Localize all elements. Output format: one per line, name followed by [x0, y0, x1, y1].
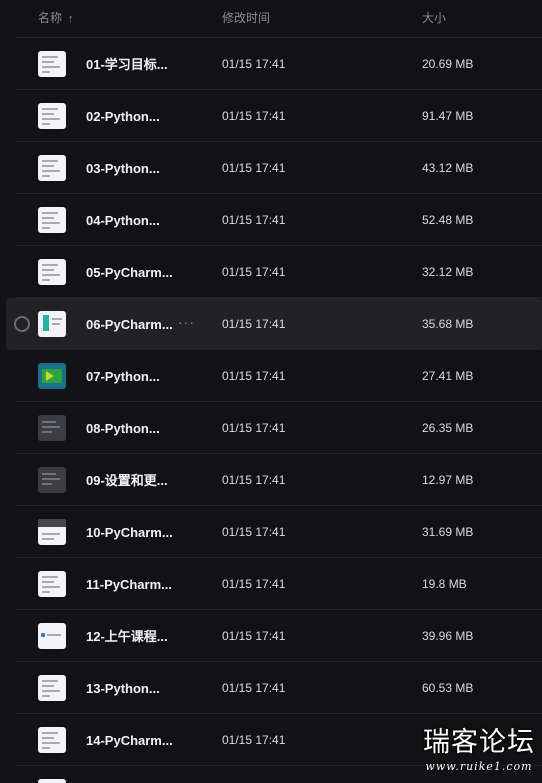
file-size: 32.12 MB [422, 265, 474, 279]
modified-time-column-header[interactable]: 修改时间 [222, 11, 270, 25]
file-row[interactable]: 08-Python... 01/15 17:41 26.35 MB [0, 402, 542, 454]
file-size: 27.41 MB [422, 369, 474, 383]
file-modified-time: 01/15 17:41 [222, 525, 286, 539]
file-size: 26.35 MB [422, 421, 474, 435]
file-size: 35.68 MB [422, 317, 474, 331]
file-modified-time: 01/15 17:41 [222, 577, 286, 591]
file-name[interactable]: 10-PyCharm... [86, 525, 173, 540]
sort-ascending-icon[interactable]: ↑ [68, 13, 74, 25]
list-header: 名称 ↑ 修改时间 大小 [16, 0, 542, 38]
name-column-label: 名称 [38, 11, 63, 25]
watermark-logo: 瑞客论坛 www.ruike1.com [416, 726, 542, 783]
file-size: 31.69 MB [422, 525, 474, 539]
file-row[interactable]: 02-Python... 01/15 17:41 91.47 MB [0, 90, 542, 142]
file-row[interactable]: 06-PyCharm... ··· 01/15 17:41 35.68 MB [6, 298, 542, 350]
file-name[interactable]: 09-设置和更... [86, 473, 168, 488]
file-row[interactable]: 09-设置和更... 01/15 17:41 12.97 MB [0, 454, 542, 506]
file-modified-time: 01/15 17:41 [222, 109, 286, 123]
video-thumbnail-icon [38, 415, 66, 441]
file-row-content: 08-Python... 01/15 17:41 26.35 MB [0, 402, 542, 454]
watermark-sub-text: www.ruike1.com [425, 760, 533, 773]
file-modified-time: 01/15 17:41 [222, 681, 286, 695]
file-modified-time: 01/15 17:41 [222, 213, 286, 227]
file-modified-time: 01/15 17:41 [222, 317, 286, 331]
file-modified-time: 01/15 17:41 [222, 369, 286, 383]
video-thumbnail-icon [38, 779, 66, 783]
video-thumbnail-icon [38, 155, 66, 181]
file-list: 01-学习目标... 01/15 17:41 20.69 MB 02-Python..… [0, 38, 542, 783]
file-row[interactable]: 04-Python... 01/15 17:41 52.48 MB [0, 194, 542, 246]
file-row-content: 02-Python... 01/15 17:41 91.47 MB [0, 90, 542, 142]
file-row-content: 07-Python... 01/15 17:41 27.41 MB [0, 350, 542, 402]
file-row-content: 04-Python... 01/15 17:41 52.48 MB [0, 194, 542, 246]
file-size: 39.96 MB [422, 629, 474, 643]
file-name[interactable]: 03-Python... [86, 161, 160, 176]
video-thumbnail-icon [38, 103, 66, 129]
video-thumbnail-icon [38, 467, 66, 493]
select-checkbox[interactable] [14, 316, 30, 332]
file-row-content: 09-设置和更... 01/15 17:41 12.97 MB [0, 454, 542, 506]
file-list-page: 名称 ↑ 修改时间 大小 01-学习目标... 01/15 17:41 20.69 M… [0, 0, 542, 783]
watermark-main-text: 瑞客论坛 [423, 727, 535, 758]
video-thumbnail-icon [38, 675, 66, 701]
file-row[interactable]: 01-学习目标... 01/15 17:41 20.69 MB [0, 38, 542, 90]
file-modified-time: 01/15 17:41 [222, 629, 286, 643]
file-row[interactable]: 03-Python... 01/15 17:41 43.12 MB [0, 142, 542, 194]
video-thumbnail-icon [38, 623, 66, 649]
file-name[interactable]: 08-Python... [86, 421, 160, 436]
file-size: 43.12 MB [422, 161, 474, 175]
file-row-content: 12-上午课程... 01/15 17:41 39.96 MB [0, 610, 542, 662]
file-row-content: 13-Python... 01/15 17:41 60.53 MB [0, 662, 542, 714]
file-row[interactable]: 12-上午课程... 01/15 17:41 39.96 MB [0, 610, 542, 662]
file-name[interactable]: 13-Python... [86, 681, 160, 696]
video-thumbnail-icon [38, 571, 66, 597]
file-modified-time: 01/15 17:41 [222, 265, 286, 279]
file-modified-time: 01/15 17:41 [222, 161, 286, 175]
file-row[interactable]: 13-Python... 01/15 17:41 60.53 MB [0, 662, 542, 714]
video-thumbnail-icon [38, 727, 66, 753]
file-modified-time: 01/15 17:41 [222, 473, 286, 487]
video-thumbnail-icon [38, 259, 66, 285]
file-row[interactable]: 11-PyCharm... 01/15 17:41 19.8 MB [0, 558, 542, 610]
file-modified-time: 01/15 17:41 [222, 733, 286, 747]
file-row-content: 03-Python... 01/15 17:41 43.12 MB [0, 142, 542, 194]
file-name[interactable]: 07-Python... [86, 369, 160, 384]
file-row-content: 06-PyCharm... ··· 01/15 17:41 35.68 MB [0, 298, 542, 350]
file-name[interactable]: 14-PyCharm... [86, 733, 173, 748]
file-size: 19.8 MB [422, 577, 467, 591]
file-size: 52.48 MB [422, 213, 474, 227]
file-name[interactable]: 02-Python... [86, 109, 160, 124]
file-name[interactable]: 01-学习目标... [86, 57, 168, 72]
file-modified-time: 01/15 17:41 [222, 57, 286, 71]
file-row-content: 05-PyCharm... 01/15 17:41 32.12 MB [0, 246, 542, 298]
file-size: 20.69 MB [422, 57, 474, 71]
file-name[interactable]: 11-PyCharm... [86, 577, 172, 592]
file-size: 60.53 MB [422, 681, 474, 695]
file-row[interactable]: 10-PyCharm... 01/15 17:41 31.69 MB [0, 506, 542, 558]
file-name[interactable]: 04-Python... [86, 213, 160, 228]
name-column-header[interactable]: 名称 ↑ [38, 11, 74, 26]
file-row[interactable]: 07-Python... 01/15 17:41 27.41 MB [0, 350, 542, 402]
file-size: 91.47 MB [422, 109, 474, 123]
video-thumbnail-icon [38, 311, 66, 337]
file-modified-time: 01/15 17:41 [222, 421, 286, 435]
more-options-icon[interactable]: ··· [178, 315, 195, 330]
video-thumbnail-icon [38, 519, 66, 545]
video-thumbnail-icon [38, 363, 66, 389]
file-size: 12.97 MB [422, 473, 474, 487]
file-row-content: 11-PyCharm... 01/15 17:41 19.8 MB [0, 558, 542, 610]
file-name[interactable]: 06-PyCharm... [86, 317, 173, 332]
video-thumbnail-icon [38, 51, 66, 77]
video-thumbnail-icon [38, 207, 66, 233]
file-name[interactable]: 05-PyCharm... [86, 265, 173, 280]
file-row-content: 01-学习目标... 01/15 17:41 20.69 MB [0, 38, 542, 90]
file-row-content: 10-PyCharm... 01/15 17:41 31.69 MB [0, 506, 542, 558]
file-row[interactable]: 05-PyCharm... 01/15 17:41 32.12 MB [0, 246, 542, 298]
file-name[interactable]: 12-上午课程... [86, 629, 168, 644]
size-column-header[interactable]: 大小 [422, 11, 446, 25]
